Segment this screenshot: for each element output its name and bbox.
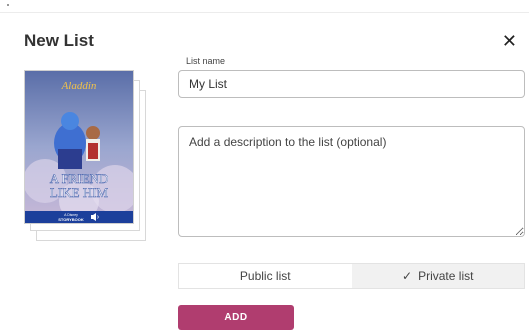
book-cover-stack: Aladdin A FRIEND LIKE HIM A Disney STORY…: [24, 70, 146, 242]
description-input[interactable]: [178, 126, 525, 237]
cover-title-line1: A FRIEND: [50, 171, 109, 186]
top-dot: [7, 4, 9, 6]
private-list-label: Private list: [418, 269, 474, 283]
close-icon[interactable]: ✕: [502, 32, 517, 50]
top-divider: [0, 12, 529, 13]
add-button[interactable]: ADD: [178, 305, 294, 330]
check-icon: ✓: [402, 269, 413, 283]
visibility-toggle: Public list ✓ Private list: [178, 263, 525, 289]
public-list-label: Public list: [239, 269, 291, 283]
book-cover-art: Aladdin A FRIEND LIKE HIM A Disney STORY…: [25, 71, 133, 223]
cover-title-line2: LIKE HIM: [50, 185, 109, 200]
private-list-option[interactable]: ✓ Private list: [351, 264, 524, 288]
cover-badge-line2: STORYBOOK: [58, 217, 84, 222]
book-cover: Aladdin A FRIEND LIKE HIM A Disney STORY…: [24, 70, 134, 224]
list-name-label: List name: [186, 56, 226, 66]
public-list-option[interactable]: Public list: [179, 264, 352, 288]
cover-series-logo: Aladdin: [61, 80, 97, 92]
list-name-input[interactable]: [178, 70, 525, 98]
dialog-title: New List: [24, 31, 94, 50]
